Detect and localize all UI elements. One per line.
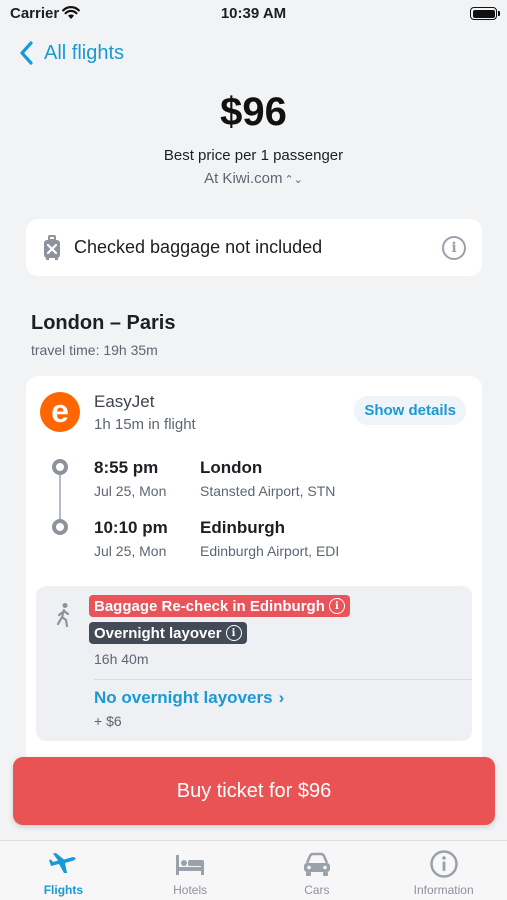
updown-chevron-icon: ⌃⌄ <box>284 174 303 186</box>
no-overnight-layovers-label: No overnight layovers <box>94 688 273 707</box>
tab-information-label: Information <box>413 883 474 897</box>
back-label: All flights <box>44 41 125 64</box>
chevron-left-icon <box>20 41 33 65</box>
overnight-info-icon: i <box>225 625 242 641</box>
layover-duration: 16h 40m <box>94 651 149 667</box>
tab-hotels[interactable]: Hotels <box>127 841 254 900</box>
tab-bar: Flights Hotels Cars Information <box>0 840 507 900</box>
arrival-airport: Edinburgh Airport, EDI <box>200 543 340 559</box>
layover-divider <box>94 679 472 680</box>
recheck-info-icon: i <box>328 598 345 614</box>
battery-icon <box>470 7 500 20</box>
info-icon <box>429 850 458 878</box>
travel-time: travel time: 19h 35m <box>31 342 158 358</box>
departure-date: Jul 25, Mon <box>94 483 167 499</box>
car-icon <box>303 852 330 876</box>
departure-time: 8:55 pm <box>94 458 159 477</box>
status-time: 10:39 AM <box>220 5 287 22</box>
departure-airport: Stansted Airport, STN <box>200 483 336 499</box>
airline-name: EasyJet <box>94 392 155 411</box>
show-details-button[interactable]: Show details <box>354 396 466 425</box>
price-subtitle: Best price per 1 passenger <box>163 147 344 164</box>
arrival-time: 10:10 pm <box>94 518 168 537</box>
back-to-all-flights-button[interactable]: All flights <box>16 38 124 68</box>
tab-hotels-label: Hotels <box>173 883 208 897</box>
timeline-line <box>59 467 61 527</box>
tab-cars-label: Cars <box>304 883 330 897</box>
arrival-dot-icon <box>52 519 68 535</box>
tab-information[interactable]: Information <box>380 841 507 900</box>
status-bar: Carrier 10:39 AM <box>0 0 507 30</box>
baggage-text: Checked baggage not included <box>74 237 323 257</box>
price-source-selector[interactable]: At Kiwi.com ⌃⌄ <box>0 170 507 187</box>
tab-flights-label: Flights <box>43 883 84 897</box>
route-title: London – Paris <box>31 312 176 334</box>
price-source-label: At Kiwi.com <box>204 170 283 187</box>
baggage-recheck-label: Baggage Re-check in Edinburgh <box>94 597 325 615</box>
baggage-recheck-tag[interactable]: Baggage Re-check in Edinburgh i <box>89 595 350 617</box>
easyjet-logo-icon: e <box>40 392 80 432</box>
tab-cars[interactable]: Cars <box>254 841 381 900</box>
price-amount: $96 <box>220 90 287 134</box>
tab-flights[interactable]: Flights <box>0 841 127 900</box>
arrival-city: Edinburgh <box>200 518 285 537</box>
overnight-layover-label: Overnight layover <box>94 624 222 642</box>
layover-box: Baggage Re-check in Edinburgh i Overnigh… <box>36 586 472 741</box>
flight-duration: 1h 15m in flight <box>94 416 196 433</box>
arrival-date: Jul 25, Mon <box>94 543 167 559</box>
overnight-layover-tag[interactable]: Overnight layover i <box>89 622 247 644</box>
no-baggage-icon <box>44 234 60 260</box>
departure-city: London <box>200 458 263 477</box>
plane-icon <box>49 853 76 873</box>
chevron-right-icon: › <box>278 688 285 707</box>
baggage-info-card: Checked baggage not included i <box>26 219 482 276</box>
baggage-info-icon[interactable]: i <box>442 235 466 260</box>
alt-price-difference: + $6 <box>94 713 122 729</box>
flight-card: e EasyJet 1h 15m in flight Show details … <box>26 376 482 766</box>
no-overnight-layovers-link[interactable]: No overnight layovers › <box>94 688 284 708</box>
buy-ticket-button[interactable]: Buy ticket for $96 <box>13 757 495 825</box>
departure-dot-icon <box>52 459 68 475</box>
bed-icon <box>176 855 205 875</box>
walking-person-icon <box>56 603 70 628</box>
